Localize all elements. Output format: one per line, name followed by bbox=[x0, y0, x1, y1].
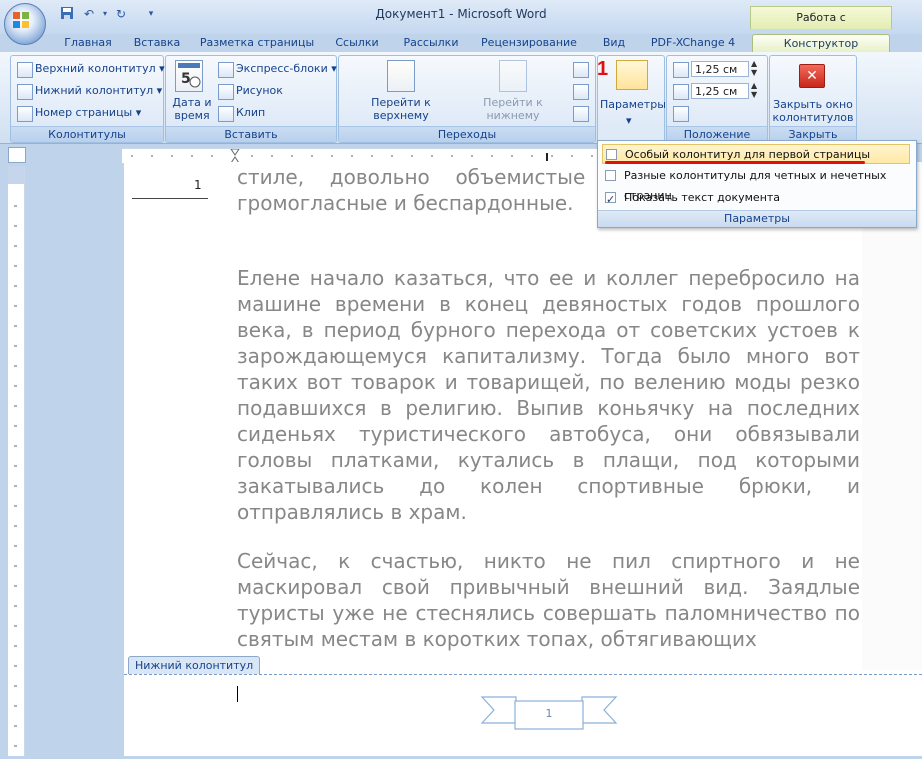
option-different-odd-even[interactable]: Разные колонтитулы для четных и нечетных… bbox=[602, 166, 910, 202]
vertical-ruler[interactable] bbox=[8, 166, 25, 756]
show-document-text-checkbox[interactable] bbox=[605, 190, 616, 210]
tab-mailings[interactable]: Рассылки bbox=[398, 34, 464, 52]
close-header-footer-button[interactable]: Закрыть окно колонтитулов bbox=[770, 98, 856, 124]
callout-number: 1 bbox=[597, 58, 609, 80]
express-blocks-button[interactable]: Экспресс-блоки ▾ bbox=[236, 62, 337, 75]
next-section-icon[interactable] bbox=[573, 84, 589, 100]
clip-icon bbox=[218, 106, 234, 122]
tab-references[interactable]: Ссылки bbox=[330, 34, 384, 52]
vertical-ruler-margin bbox=[8, 166, 24, 184]
group-position: 1,25 см ▲ ▼ 1,25 см ▲ ▼ Положение bbox=[666, 55, 768, 143]
footer-position-input[interactable]: 1,25 см bbox=[691, 83, 749, 99]
different-odd-even-checkbox[interactable] bbox=[605, 170, 616, 181]
header-position-input[interactable]: 1,25 см bbox=[691, 61, 749, 77]
tab-view[interactable]: Вид bbox=[596, 34, 632, 52]
annotation-underline bbox=[605, 161, 865, 164]
params-dropdown-menu: Особый колонтитул для первой страницы Ра… bbox=[597, 140, 917, 228]
header-position-icon bbox=[673, 62, 689, 78]
office-logo-icon bbox=[13, 12, 29, 28]
header-page-number[interactable]: 1 bbox=[194, 178, 202, 192]
picture-icon bbox=[218, 84, 234, 100]
footer-boundary-line bbox=[124, 674, 922, 675]
different-first-page-checkbox[interactable] bbox=[606, 149, 617, 160]
tab-selector[interactable] bbox=[8, 147, 26, 163]
link-to-previous-icon[interactable] bbox=[573, 106, 589, 122]
text-cursor bbox=[237, 686, 238, 702]
footer-page-number[interactable]: 1 bbox=[515, 707, 583, 720]
group-insert: 5 Дата и время Экспресс-блоки ▾ Рисунок … bbox=[165, 55, 337, 143]
tab-home[interactable]: Главная bbox=[60, 34, 116, 52]
group-navigation: Перейти к верхнему колонтитулу Перейти к… bbox=[338, 55, 596, 143]
tab-pdf-xchange[interactable]: PDF-XChange 4 bbox=[646, 34, 740, 52]
header-button[interactable]: Верхний колонтитул ▾ bbox=[35, 62, 165, 75]
page-number-button[interactable]: Номер страницы ▾ bbox=[35, 106, 141, 119]
group-close: ✕ Закрыть окно колонтитулов Закрыть bbox=[769, 55, 857, 143]
params-button[interactable]: Параметры bbox=[600, 98, 666, 111]
page-number-icon bbox=[17, 106, 33, 122]
ribbon: Верхний колонтитул ▾ Нижний колонтитул ▾… bbox=[0, 52, 922, 144]
header-icon bbox=[17, 62, 33, 78]
tab-design[interactable]: Конструктор bbox=[752, 34, 890, 53]
footer-label-tab: Нижний колонтитул bbox=[128, 656, 261, 674]
tab-review[interactable]: Рецензирование bbox=[476, 34, 582, 52]
close-icon: ✕ bbox=[799, 64, 825, 88]
insert-alignment-tab-icon[interactable] bbox=[673, 106, 689, 122]
context-tab-title: Работа с колонтитулами bbox=[750, 6, 892, 46]
footer-position-spinner[interactable]: ▲ ▼ bbox=[751, 81, 757, 99]
date-time-button[interactable]: Дата и время bbox=[170, 96, 214, 122]
date-time-icon: 5 bbox=[175, 60, 203, 92]
previous-section-icon[interactable] bbox=[573, 62, 589, 78]
params-dropdown-icon[interactable]: ▾ bbox=[626, 114, 632, 127]
page-margin-area bbox=[862, 162, 922, 670]
body-paragraph-3[interactable]: Сейчас, к счастью, никто не пил спиртног… bbox=[237, 548, 860, 652]
option-show-document-text[interactable]: Показать текст документа bbox=[602, 188, 910, 210]
goto-footer-icon bbox=[499, 60, 527, 92]
svg-text:5: 5 bbox=[181, 71, 191, 87]
group-label-navigation: Переходы bbox=[339, 126, 595, 142]
ribbon-tabs: Главная Вставка Разметка страницы Ссылки… bbox=[0, 34, 922, 53]
header-position-spinner[interactable]: ▲ ▼ bbox=[751, 59, 757, 77]
footer-icon bbox=[17, 84, 33, 100]
clip-button[interactable]: Клип bbox=[236, 106, 265, 119]
footer-button[interactable]: Нижний колонтитул ▾ bbox=[35, 84, 162, 97]
body-paragraph-2[interactable]: Елене начало казаться, что ее и коллег п… bbox=[237, 265, 860, 525]
tab-insert[interactable]: Вставка bbox=[128, 34, 186, 52]
group-label-kolontituly: Колонтитулы bbox=[11, 126, 163, 142]
header-separator bbox=[132, 198, 208, 199]
params-icon bbox=[616, 60, 648, 90]
tab-page-layout[interactable]: Разметка страницы bbox=[198, 34, 316, 52]
group-label-insert: Вставить bbox=[166, 126, 336, 142]
footer-position-icon bbox=[673, 84, 689, 100]
picture-button[interactable]: Рисунок bbox=[236, 84, 283, 97]
express-blocks-icon bbox=[218, 62, 234, 78]
goto-header-icon bbox=[387, 60, 415, 92]
dropdown-footer-label: Параметры bbox=[598, 210, 916, 227]
group-kolontituly: Верхний колонтитул ▾ Нижний колонтитул ▾… bbox=[10, 55, 165, 143]
